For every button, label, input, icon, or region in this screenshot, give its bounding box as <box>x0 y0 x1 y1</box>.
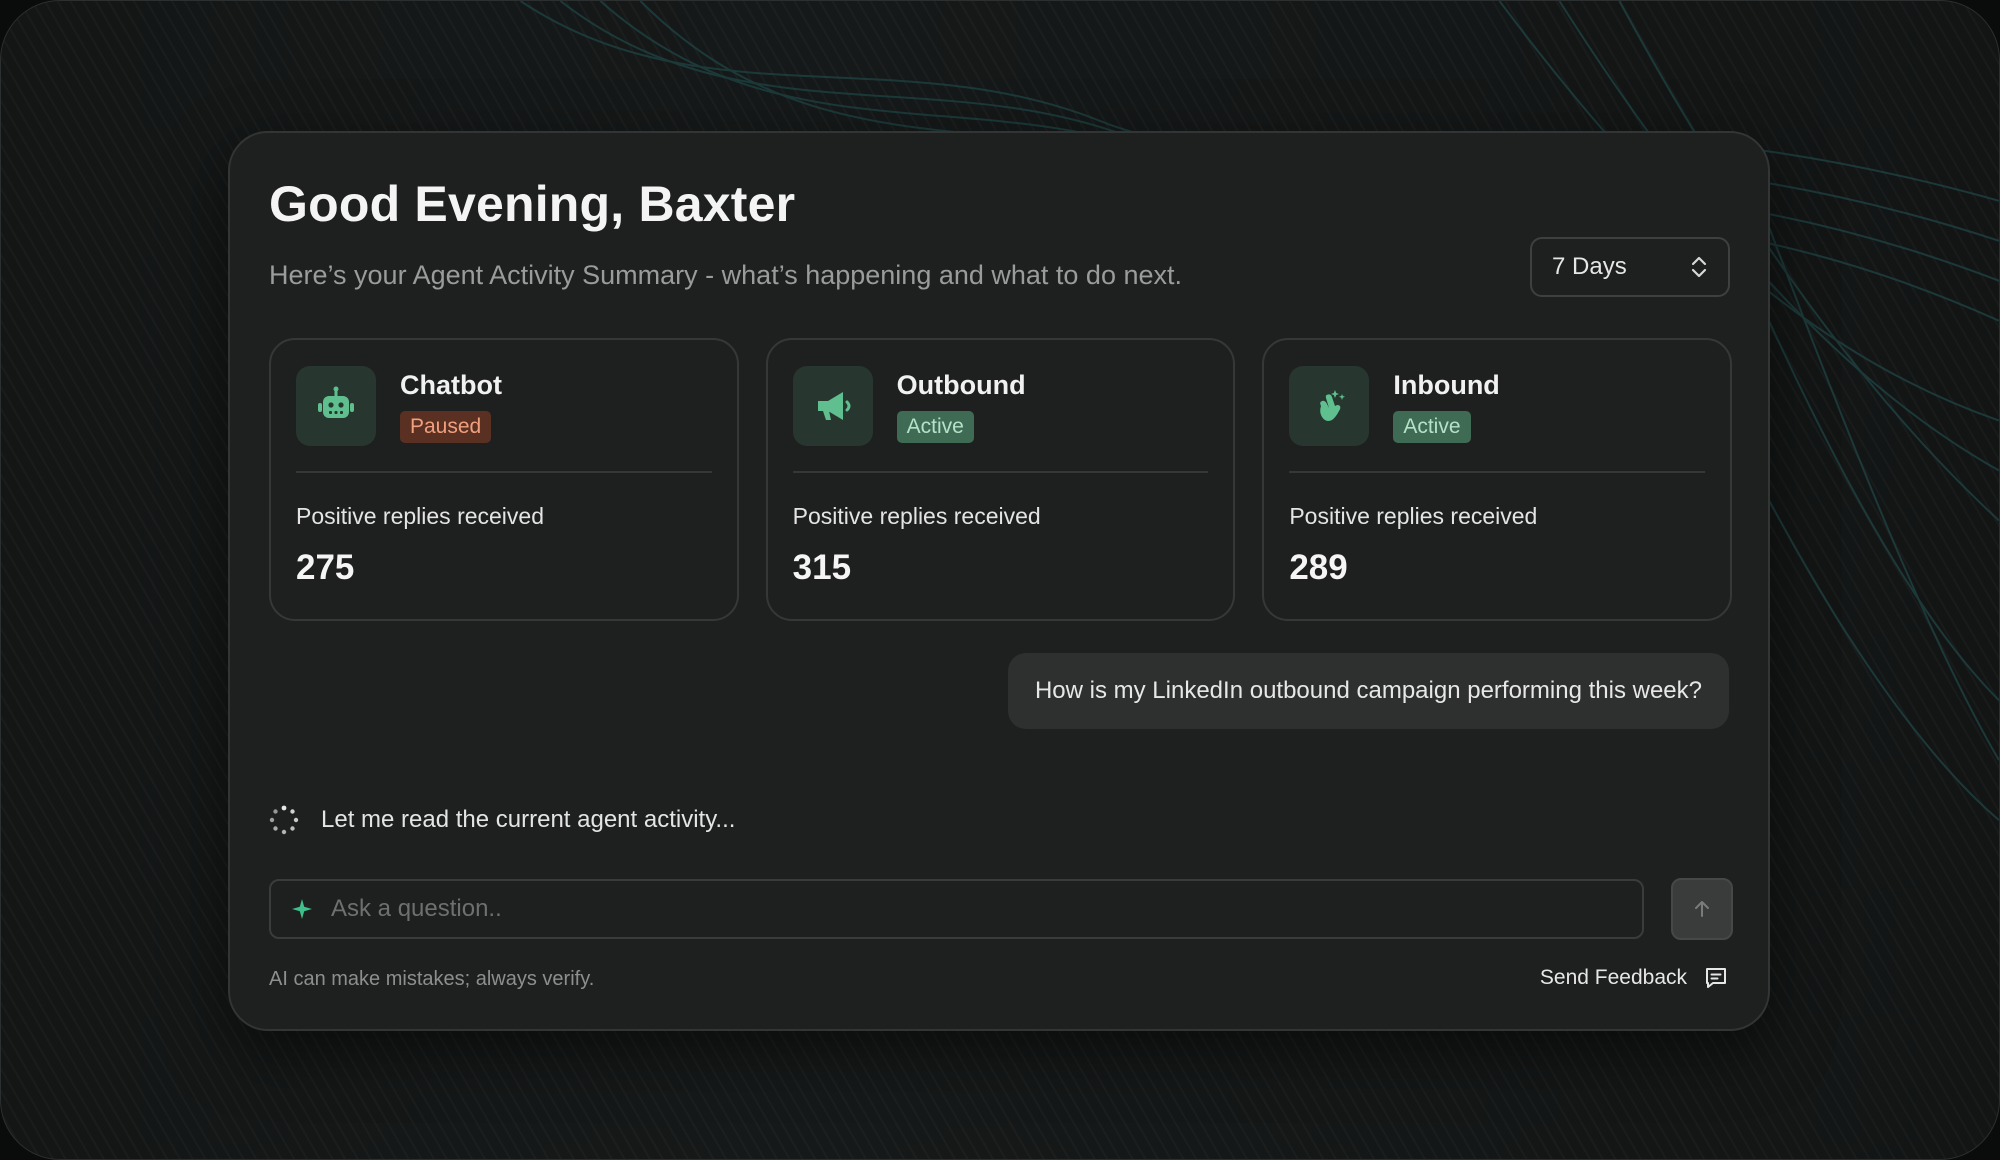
date-range-value: 7 Days <box>1552 253 1627 280</box>
hand-wave-icon <box>1289 366 1370 446</box>
agent-card-outbound[interactable]: Outbound Active Positive replies receive… <box>765 338 1236 621</box>
feedback-icon <box>1706 968 1726 988</box>
agent-summary-panel: Good Evening, Baxter Here’s your Agent A… <box>228 131 1770 1031</box>
metric-label: Positive replies received <box>792 503 1041 529</box>
sparkle-icon <box>292 899 312 919</box>
agent-cards: Chatbot Paused Positive replies received… <box>269 338 1733 621</box>
ask-input-container[interactable] <box>269 879 1644 939</box>
agent-name: Inbound <box>1393 370 1500 400</box>
metric-value: 315 <box>792 548 852 587</box>
divider <box>296 471 712 473</box>
status-badge: Active <box>896 411 974 443</box>
metric-label: Positive replies received <box>296 503 545 529</box>
ask-input[interactable] <box>329 894 1622 924</box>
agent-card-chatbot[interactable]: Chatbot Paused Positive replies received… <box>269 338 739 621</box>
ai-status-text: Let me read the current agent activity..… <box>321 806 736 833</box>
agent-name: Chatbot <box>400 370 502 400</box>
date-range-select[interactable]: 7 Days <box>1530 237 1730 297</box>
page-subtitle: Here’s your Agent Activity Summary - wha… <box>269 260 1183 290</box>
agent-name: Outbound <box>896 370 1026 400</box>
ai-disclaimer: AI can make mistakes; always verify. <box>269 968 595 990</box>
user-message-bubble: How is my LinkedIn outbound campaign per… <box>1007 653 1729 729</box>
app-window: Good Evening, Baxter Here’s your Agent A… <box>0 0 2000 1160</box>
arrow-up-icon <box>1695 901 1709 917</box>
megaphone-icon <box>792 366 873 446</box>
agent-card-inbound[interactable]: Inbound Active Positive replies received… <box>1262 338 1733 621</box>
ai-status-row: Let me read the current agent activity..… <box>269 805 735 835</box>
metric-value: 289 <box>1289 548 1348 587</box>
page-title: Good Evening, Baxter <box>269 176 796 232</box>
send-button[interactable] <box>1671 878 1733 940</box>
status-badge: Active <box>1393 411 1471 443</box>
robot-icon <box>296 366 376 446</box>
chevron-up-down-icon <box>1691 256 1707 278</box>
metric-label: Positive replies received <box>1289 503 1538 529</box>
divider <box>792 471 1209 473</box>
send-feedback-label: Send Feedback <box>1539 966 1687 989</box>
divider <box>1289 471 1706 473</box>
send-feedback-button[interactable]: Send Feedback <box>1540 965 1729 991</box>
status-badge: Paused <box>400 411 492 443</box>
metric-value: 275 <box>296 548 355 587</box>
loading-spinner-icon <box>269 805 299 835</box>
